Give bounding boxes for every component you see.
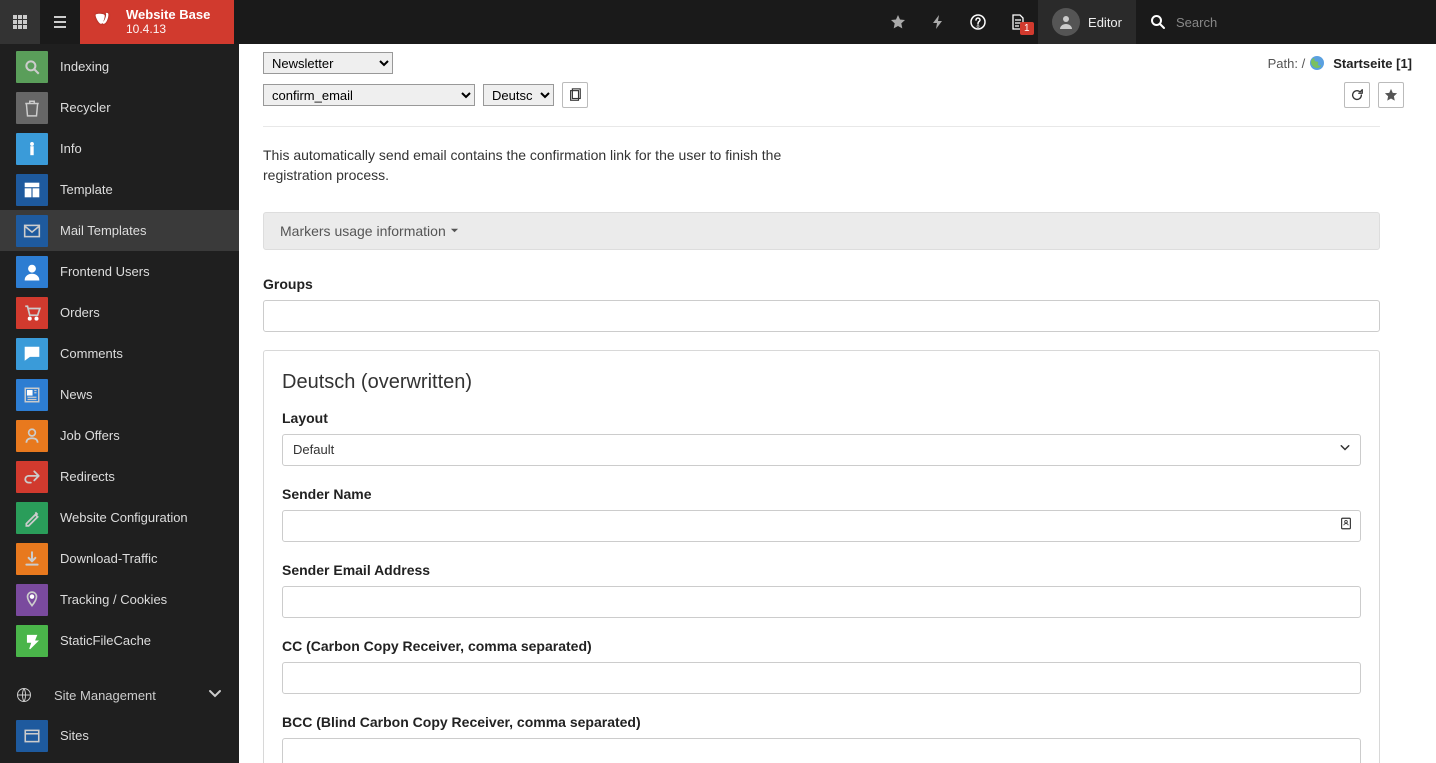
breadcrumb: Path: / Startseite [1] — [1268, 55, 1412, 71]
sender-name-input[interactable] — [282, 510, 1361, 542]
notification-badge: 1 — [1020, 22, 1034, 35]
modules-list-button[interactable] — [40, 0, 80, 44]
sidebar-item-mail-templates[interactable]: Mail Templates — [0, 210, 239, 251]
sidebar-item-indexing[interactable]: Indexing — [0, 46, 239, 87]
panel-title: Deutsch (overwritten) — [282, 371, 1361, 394]
contacts-icon[interactable] — [1339, 516, 1353, 535]
sidebar-item-sites[interactable]: Sites — [0, 715, 239, 756]
sidebar-item-label: Orders — [60, 305, 100, 320]
cc-input[interactable] — [282, 662, 1361, 694]
sidebar-item-label: Frontend Users — [60, 264, 150, 279]
cart-icon — [16, 297, 48, 329]
cache-icon — [16, 625, 48, 657]
open-docs-button[interactable]: 1 — [998, 0, 1038, 44]
cache-flush-button[interactable] — [918, 0, 958, 44]
sidebar-item-website-configuration[interactable]: Website Configuration — [0, 497, 239, 538]
sidebar-item-label: Recycler — [60, 100, 111, 115]
layout-label: Layout — [282, 410, 1361, 426]
sidebar-item-download-traffic[interactable]: Download-Traffic — [0, 538, 239, 579]
magnify-icon — [16, 51, 48, 83]
sidebar-item-label: Download-Traffic — [60, 551, 158, 566]
user-menu[interactable]: Editor — [1038, 0, 1136, 44]
sidebar-group-site-management[interactable]: Site Management — [0, 675, 239, 715]
person-icon — [16, 420, 48, 452]
sidebar-item-label: Comments — [60, 346, 123, 361]
sidebar-item-label: Tracking / Cookies — [60, 592, 167, 607]
caret-down-icon — [450, 226, 459, 235]
sender-name-label: Sender Name — [282, 486, 1361, 502]
chat-icon — [16, 338, 48, 370]
sender-email-input[interactable] — [282, 586, 1361, 618]
duplicate-button[interactable] — [562, 82, 588, 108]
brand-title: Website Base — [126, 8, 210, 22]
news-icon — [16, 379, 48, 411]
sidebar-item-template[interactable]: Template — [0, 169, 239, 210]
chevron-down-icon — [207, 686, 223, 705]
globe-icon — [1309, 55, 1325, 71]
bcc-input[interactable] — [282, 738, 1361, 763]
config-icon — [16, 502, 48, 534]
help-button[interactable] — [958, 0, 998, 44]
markers-toggle[interactable]: Markers usage information — [263, 212, 1380, 250]
avatar-icon — [1052, 8, 1080, 36]
sidebar-item-recycler[interactable]: Recycler — [0, 87, 239, 128]
mail-icon — [16, 215, 48, 247]
template-description: This automatically send email contains t… — [263, 145, 823, 186]
sidebar-item-info[interactable]: Info — [0, 128, 239, 169]
sidebar-item-label: Sites — [60, 728, 89, 743]
sidebar-item-staticfilecache[interactable]: StaticFileCache — [0, 620, 239, 661]
brand[interactable]: Website Base 10.4.13 — [80, 0, 234, 44]
user-name: Editor — [1088, 15, 1122, 30]
sidebar-item-label: Website Configuration — [60, 510, 188, 525]
sidebar-item-label: Mail Templates — [60, 223, 146, 238]
refresh-button[interactable] — [1344, 82, 1370, 108]
download-icon — [16, 543, 48, 575]
brand-version: 10.4.13 — [126, 23, 210, 36]
layout-select[interactable]: Default — [282, 434, 1361, 466]
sidebar-item-tracking-cookies[interactable]: Tracking / Cookies — [0, 579, 239, 620]
sidebar-item-label: Job Offers — [60, 428, 120, 443]
bookmarks-button[interactable] — [878, 0, 918, 44]
sidebar: Indexing Recycler Info Template Mail Templat… — [0, 44, 239, 763]
page-title[interactable]: Startseite [1] — [1333, 56, 1412, 71]
search-icon — [1150, 14, 1166, 30]
search-field[interactable]: Search — [1136, 0, 1436, 44]
sidebar-item-comments[interactable]: Comments — [0, 333, 239, 374]
content: Newsletter Path: / Startseite [1] confir… — [239, 44, 1436, 763]
cc-label: CC (Carbon Copy Receiver, comma separate… — [282, 638, 1361, 654]
sender-email-label: Sender Email Address — [282, 562, 1361, 578]
trash-icon — [16, 92, 48, 124]
sidebar-item-orders[interactable]: Orders — [0, 292, 239, 333]
sites-icon — [16, 720, 48, 752]
language-panel: Deutsch (overwritten) Layout Default Sen… — [263, 350, 1380, 763]
search-placeholder: Search — [1176, 15, 1217, 30]
typo3-logo-icon — [90, 10, 114, 34]
sidebar-item-job-offers[interactable]: Job Offers — [0, 415, 239, 456]
modules-grid-button[interactable] — [0, 0, 40, 44]
sidebar-group-label: Site Management — [54, 688, 156, 703]
language-select[interactable]: Deutsch — [483, 84, 554, 106]
module-select[interactable]: Newsletter — [263, 52, 393, 74]
pin-icon — [16, 584, 48, 616]
redirect-icon — [16, 461, 48, 493]
sidebar-item-news[interactable]: News — [0, 374, 239, 415]
sidebar-item-label: Info — [60, 141, 82, 156]
sidebar-item-label: Template — [60, 182, 113, 197]
user-icon — [16, 256, 48, 288]
sidebar-item-label: StaticFileCache — [60, 633, 151, 648]
template-icon — [16, 174, 48, 206]
groups-label: Groups — [263, 276, 1380, 292]
topbar: Website Base 10.4.13 1 Editor Search — [0, 0, 1436, 44]
info-icon — [16, 133, 48, 165]
globe-icon — [16, 687, 32, 703]
sidebar-item-frontend-users[interactable]: Frontend Users — [0, 251, 239, 292]
template-select[interactable]: confirm_email — [263, 84, 475, 106]
sidebar-item-label: Redirects — [60, 469, 115, 484]
sidebar-item-label: Indexing — [60, 59, 109, 74]
bookmark-button[interactable] — [1378, 82, 1404, 108]
bcc-label: BCC (Blind Carbon Copy Receiver, comma s… — [282, 714, 1361, 730]
sidebar-item-label: News — [60, 387, 93, 402]
groups-input[interactable] — [263, 300, 1380, 332]
sidebar-item-redirects[interactable]: Redirects — [0, 456, 239, 497]
